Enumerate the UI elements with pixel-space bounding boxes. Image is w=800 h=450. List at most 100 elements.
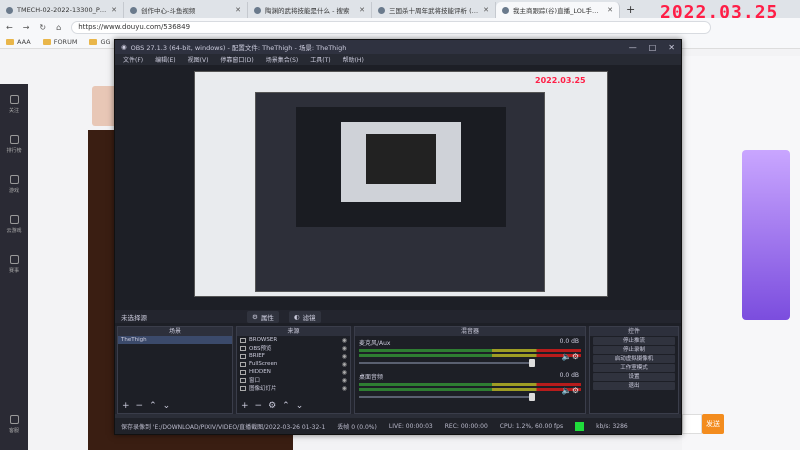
slider-handle[interactable] xyxy=(529,359,536,367)
stop-record-button[interactable]: 停止录制 xyxy=(593,346,675,354)
menu-scene-collection[interactable]: 场景集合(S) xyxy=(266,55,299,64)
stop-stream-button[interactable]: 停止推流 xyxy=(593,337,675,345)
source-item[interactable]: 窗口 ◉ xyxy=(237,376,350,384)
dropped-frames: 丢帧 0 (0.0%) xyxy=(337,423,377,431)
nav-label: 云游戏 xyxy=(6,227,22,234)
bookmark-folder[interactable]: AAA xyxy=(6,38,31,46)
close-icon[interactable]: ✕ xyxy=(111,6,117,14)
speaker-icon[interactable]: 🔈⚙ xyxy=(562,386,579,395)
maximize-icon[interactable]: □ xyxy=(649,43,657,52)
scenes-dock: 场景 TheThigh + − ⌃ ⌄ xyxy=(117,326,233,414)
nav-label: 排行榜 xyxy=(6,147,22,154)
nav-follow[interactable]: 关注 xyxy=(0,84,28,124)
source-toolbar: 未选择源 ⚙ 属性 ◐ 滤镜 xyxy=(115,310,681,323)
refresh-icon[interactable]: ↻ xyxy=(39,23,46,32)
tab-5[interactable]: 我主商跟踪(谷)直播_LOL手游直... ✕ xyxy=(496,2,620,18)
gear-icon[interactable]: ⚙ xyxy=(268,401,276,411)
eye-icon[interactable]: ◉ xyxy=(342,337,350,344)
nav-games[interactable]: 游戏 xyxy=(0,164,28,204)
filters-button[interactable]: ◐ 滤镜 xyxy=(288,310,321,323)
filter-icon: ◐ xyxy=(293,312,300,321)
studio-mode-button[interactable]: 工作室模式 xyxy=(593,364,675,372)
send-button[interactable]: 发送 xyxy=(702,414,724,434)
down-icon[interactable]: ⌄ xyxy=(296,401,304,411)
tab-label: TMECH-02-2022-13300_Proof_of... xyxy=(17,6,107,14)
volume-slider[interactable] xyxy=(359,359,536,367)
remove-icon[interactable]: − xyxy=(255,401,263,411)
bookmark-label: FORUM xyxy=(53,38,78,46)
source-label: HIDDEN xyxy=(249,369,271,375)
eye-icon[interactable]: ◉ xyxy=(342,385,350,392)
tab-2[interactable]: 创作中心-斗鱼视频 ✕ xyxy=(124,2,248,18)
source-item[interactable]: FullScreen ◉ xyxy=(237,360,350,368)
close-icon[interactable]: ✕ xyxy=(359,6,365,14)
nav-support[interactable]: 客服 xyxy=(0,404,28,444)
remove-icon[interactable]: − xyxy=(136,401,144,411)
source-controls: + − ⚙ ⌃ ⌄ xyxy=(241,401,303,411)
menu-help[interactable]: 帮助(H) xyxy=(343,55,364,64)
obs-preview[interactable]: 2022.03.25 xyxy=(115,65,681,348)
slider-handle[interactable] xyxy=(529,393,536,401)
preview-capture: 2022.03.25 xyxy=(194,71,608,297)
down-icon[interactable]: ⌄ xyxy=(163,401,171,411)
bookmark-folder[interactable]: FORUM xyxy=(42,38,78,46)
forward-icon[interactable]: → xyxy=(23,23,30,32)
obs-logo-icon: ◉ xyxy=(121,43,127,51)
source-item[interactable]: BROWSER ◉ xyxy=(237,336,350,344)
close-icon[interactable]: ✕ xyxy=(235,6,241,14)
url-input[interactable]: https://www.douyu.com/536849 xyxy=(71,20,712,34)
source-item[interactable]: BRIEF ◉ xyxy=(237,352,350,360)
new-tab-button[interactable]: + xyxy=(620,2,641,18)
back-icon[interactable]: ← xyxy=(6,23,13,32)
home-icon[interactable]: ⌂ xyxy=(56,23,61,32)
tab-3[interactable]: 陶渊的武将技能是什么 - 搜索 ✕ xyxy=(248,2,372,18)
up-icon[interactable]: ⌃ xyxy=(149,401,157,411)
no-source-label: 未选择源 xyxy=(121,313,147,322)
eye-icon[interactable]: ◉ xyxy=(342,377,350,384)
promo-banner[interactable] xyxy=(742,150,790,320)
eye-icon[interactable]: ◉ xyxy=(342,345,350,352)
menu-file[interactable]: 文件(F) xyxy=(123,55,143,64)
exit-button[interactable]: 退出 xyxy=(593,382,675,390)
chat-input[interactable] xyxy=(682,414,702,434)
gamepad-icon xyxy=(9,174,19,184)
source-item[interactable]: 图像幻灯片 ◉ xyxy=(237,384,350,392)
menu-edit[interactable]: 编辑(E) xyxy=(155,55,175,64)
properties-button[interactable]: ⚙ 属性 xyxy=(247,310,279,323)
source-item[interactable]: OBS预览 ◉ xyxy=(237,344,350,352)
minimize-icon[interactable]: — xyxy=(629,43,637,52)
tab-label: 我主商跟踪(谷)直播_LOL手游直... xyxy=(513,7,604,15)
menu-tools[interactable]: 工具(T) xyxy=(310,55,330,64)
tab-4[interactable]: 三国杀十周年武将技能评析 (陶谦... ✕ xyxy=(372,2,496,18)
speaker-icon[interactable]: 🔈⚙ xyxy=(562,352,579,361)
eye-icon[interactable]: ◉ xyxy=(342,361,350,368)
nav-events[interactable]: 赛事 xyxy=(0,244,28,284)
menu-docks[interactable]: 停靠窗口(D) xyxy=(220,55,253,64)
bookmark-folder[interactable]: GG xyxy=(89,38,111,46)
tab-label: 陶渊的武将技能是什么 - 搜索 xyxy=(265,7,350,15)
up-icon[interactable]: ⌃ xyxy=(282,401,290,411)
eye-icon[interactable]: ◉ xyxy=(342,369,350,376)
source-item[interactable]: HIDDEN ◉ xyxy=(237,368,350,376)
virtual-camera-button[interactable]: 启动虚拟摄像机 xyxy=(593,355,675,363)
source-label: OBS预览 xyxy=(249,346,272,352)
eye-icon[interactable]: ◉ xyxy=(342,353,350,360)
menu-view[interactable]: 视图(V) xyxy=(188,55,209,64)
window-icon xyxy=(240,345,246,351)
controls-header: 控件 xyxy=(590,327,678,336)
add-icon[interactable]: + xyxy=(122,401,130,411)
volume-slider[interactable] xyxy=(359,393,536,401)
nav-ranking[interactable]: 排行榜 xyxy=(0,124,28,164)
nav-label: 游戏 xyxy=(8,187,19,194)
tab-favicon-icon xyxy=(502,6,509,14)
close-icon[interactable]: ✕ xyxy=(668,43,675,52)
tab-1[interactable]: TMECH-02-2022-13300_Proof_of... ✕ xyxy=(0,2,124,18)
settings-button[interactable]: 设置 xyxy=(593,373,675,381)
scene-item[interactable]: TheThigh xyxy=(118,336,232,344)
tab-label: 三国杀十周年武将技能评析 (陶谦... xyxy=(389,7,479,15)
close-icon[interactable]: ✕ xyxy=(483,6,489,14)
mixer-channel-desktop: 桌面音频 0.0 dB 🔈⚙ xyxy=(355,370,585,404)
close-icon[interactable]: ✕ xyxy=(607,6,613,14)
nav-cloud-games[interactable]: 云游戏 xyxy=(0,204,28,244)
add-icon[interactable]: + xyxy=(241,401,249,411)
